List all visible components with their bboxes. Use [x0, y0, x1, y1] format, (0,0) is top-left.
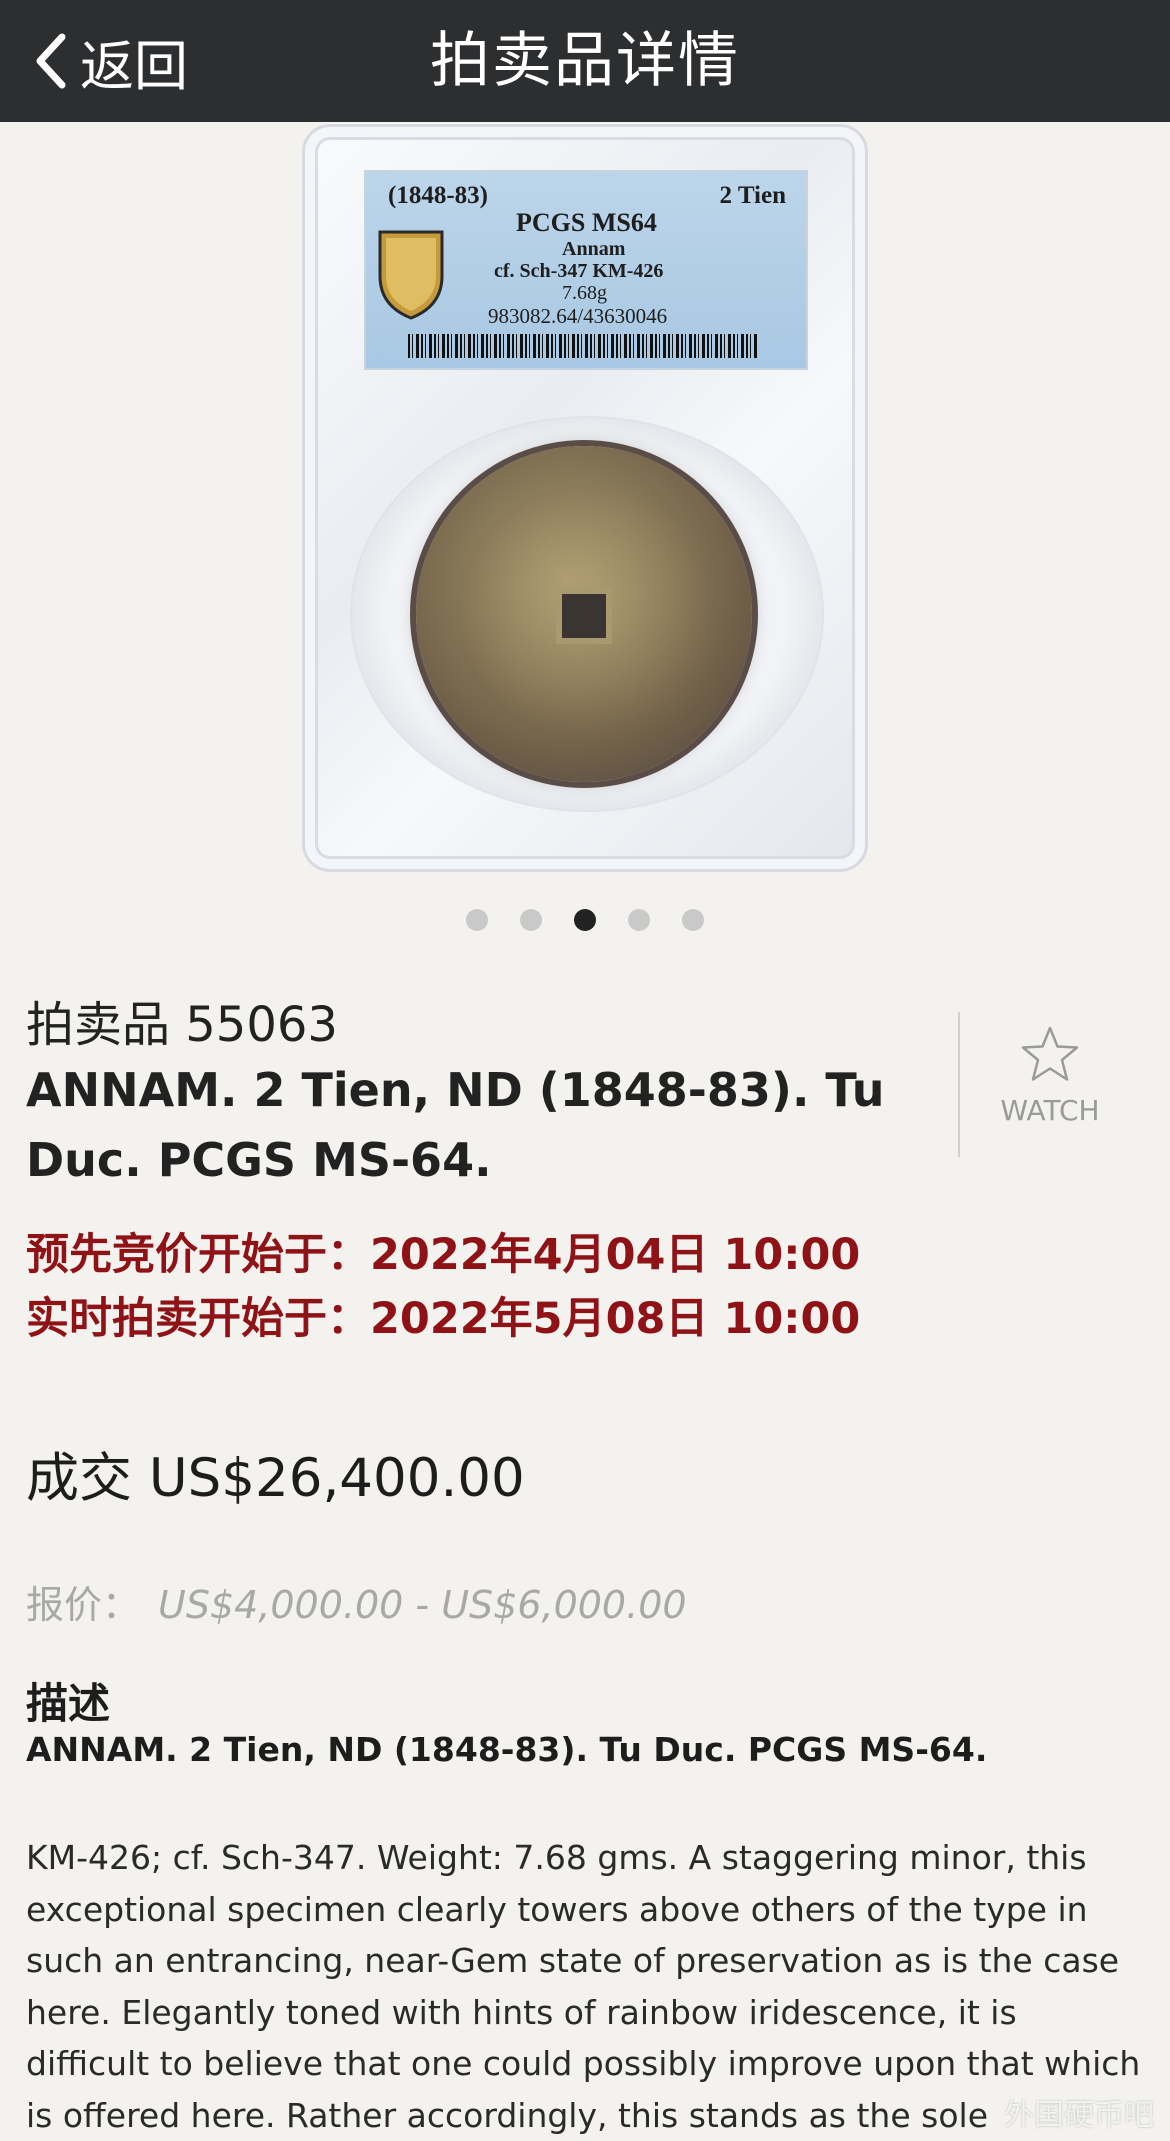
lot-number: 拍卖品 55063 — [26, 997, 338, 1053]
slab-weight: 7.68g — [562, 282, 607, 304]
carousel-dot[interactable] — [682, 909, 704, 931]
description-title: ANNAM. 2 Tien, ND (1848-83). Tu Duc. PCG… — [26, 1730, 988, 1769]
estimate: 报价： US$4,000.00 - US$6,000.00 — [26, 1574, 687, 1629]
pcgs-shield-icon — [378, 230, 444, 320]
barcode — [408, 334, 758, 358]
carousel-dot[interactable] — [628, 909, 650, 931]
page-title: 拍卖品详情 — [430, 26, 740, 96]
prebid-start: 预先竞价开始于：2022年4月04日 10:00 — [26, 1230, 861, 1280]
watch-button[interactable]: WATCH — [990, 1024, 1110, 1144]
star-icon — [1021, 1026, 1079, 1081]
carousel-dots — [0, 909, 1170, 931]
slab-cert: 983082.64/43630046 — [488, 304, 668, 328]
watermark: 外国硬币吧 — [1004, 2098, 1154, 2133]
carousel-dot[interactable] — [466, 909, 488, 931]
estimate-label: 报价： — [26, 1583, 141, 1627]
carousel-dot[interactable] — [520, 909, 542, 931]
coin — [416, 446, 752, 782]
slab-grade: PCGS MS64 — [516, 208, 657, 237]
sold-price: 成交 US$26,400.00 — [26, 1448, 525, 1509]
live-auction-start: 实时拍卖开始于：2022年5月08日 10:00 — [26, 1294, 861, 1344]
lot-image[interactable]: (1848-83) 2 Tien PCGS MS64 Annam cf. Sch… — [302, 124, 868, 872]
slab-date: (1848-83) — [388, 182, 488, 209]
slab-region: Annam — [562, 238, 626, 260]
top-bar: 返回 拍卖品详情 — [0, 0, 1170, 122]
divider — [958, 1012, 960, 1157]
slab-catalog: cf. Sch-347 KM-426 — [494, 260, 664, 282]
watch-label: WATCH — [1000, 1094, 1100, 1127]
carousel-dot-active[interactable] — [574, 909, 596, 931]
description-heading: 描述 — [26, 1679, 111, 1728]
description-body: KM-426; cf. Sch-347. Weight: 7.68 gms. A… — [26, 1838, 1141, 2135]
slab-label: (1848-83) 2 Tien PCGS MS64 Annam cf. Sch… — [364, 170, 808, 370]
slab-denomination: 2 Tien — [719, 182, 786, 209]
lot-title: ANNAM. 2 Tien, ND (1848-83). Tu Duc. PCG… — [26, 1063, 885, 1187]
estimate-value: US$4,000.00 - US$6,000.00 — [158, 1583, 687, 1627]
coin-square-hole — [556, 588, 612, 644]
